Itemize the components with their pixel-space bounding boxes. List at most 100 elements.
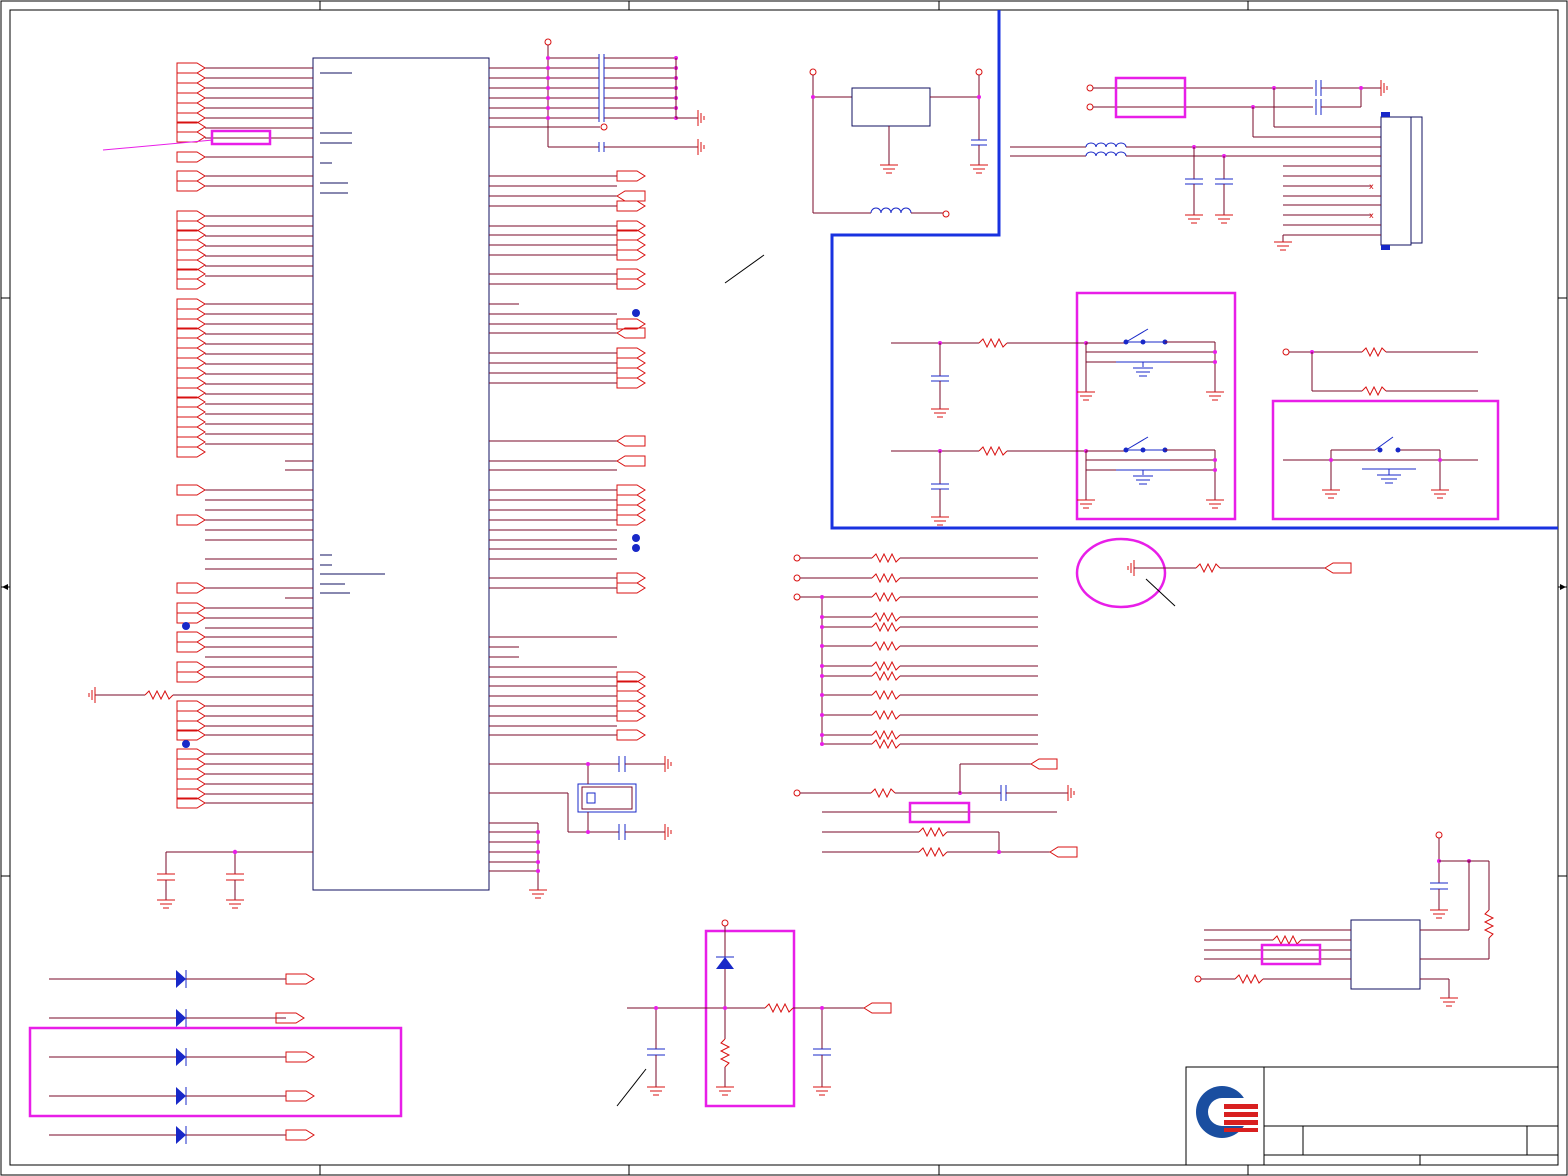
switch-lever (1125, 328, 1149, 343)
right-port-flag (616, 249, 646, 261)
right-port-flag (616, 367, 646, 379)
junction-dot (820, 733, 824, 737)
right-port-flag (616, 200, 646, 212)
ic-ground-pins (489, 822, 547, 899)
left-port-flag (176, 92, 206, 104)
junction-dot (546, 66, 550, 70)
diode-output-flag (285, 1051, 315, 1063)
schematic-canvas: x x (0, 0, 1568, 1176)
left-port-flag (176, 82, 206, 94)
right-port-flags (616, 170, 646, 741)
right-port-flag (616, 377, 646, 389)
blue-test-points (182, 309, 640, 748)
junction-dot (820, 713, 824, 717)
connector-block: x x (1010, 76, 1423, 251)
left-port-flag (176, 602, 206, 614)
diode-symbol (176, 1126, 186, 1144)
left-port-flag (176, 62, 206, 74)
junction-dot (1213, 350, 1217, 354)
diode-output-flag (285, 1090, 315, 1102)
company-logo-icon (1196, 1086, 1260, 1138)
junction-dot (546, 86, 550, 90)
switch-lever (1125, 436, 1149, 451)
diode-bank (28, 970, 403, 1144)
title-block (1185, 1066, 1559, 1166)
power-node (793, 574, 801, 582)
switch-group-b (1271, 346, 1500, 521)
left-port-flag (176, 102, 206, 114)
right-edge-arrow (1560, 584, 1566, 590)
left-port-flag (176, 612, 206, 624)
resistor-bank (793, 552, 1038, 750)
svg-text:x: x (1369, 182, 1374, 191)
left-port-flag (176, 239, 206, 251)
right-port-flag (616, 455, 646, 467)
right-port-flag (616, 239, 646, 251)
left-port-flag (176, 426, 206, 438)
right-port-flag (616, 494, 646, 506)
junction-dot (820, 625, 824, 629)
left-port-flag (176, 436, 206, 448)
left-port-flag (176, 416, 206, 428)
left-port-flag (176, 758, 206, 770)
right-port-flag (616, 170, 646, 182)
bank-resistor (871, 738, 901, 750)
left-port-flag (176, 151, 206, 163)
left-port-flag (176, 484, 206, 496)
left-port-flag (176, 308, 206, 320)
left-port-flag (176, 671, 206, 683)
right-port-flag (616, 582, 646, 594)
bank-resistor (871, 640, 901, 652)
right-port-flag (616, 514, 646, 526)
ic-right-pins (489, 175, 617, 736)
ic-decoupling-caps (157, 849, 313, 909)
bank-resistor (871, 729, 901, 741)
right-port-flag (616, 484, 646, 496)
left-port-flag (176, 131, 206, 143)
right-port-flag (616, 729, 646, 741)
rc-network (793, 758, 1078, 858)
left-port-flag (176, 514, 206, 526)
top-decoupling-caps (489, 38, 705, 155)
junction-dot (546, 56, 550, 60)
diode-symbol (176, 970, 186, 988)
ic-left-pulldown (88, 687, 313, 703)
left-port-flag (176, 700, 206, 712)
left-port-flag (176, 298, 206, 310)
junction-dot (820, 693, 824, 697)
left-port-flag (176, 72, 206, 84)
right-port-flag (616, 504, 646, 516)
right-port-flag (616, 190, 646, 202)
left-port-flag (176, 180, 206, 192)
junction-dot (820, 595, 824, 599)
left-port-flag (176, 337, 206, 349)
junction-dot (1213, 360, 1217, 364)
right-port-flag (616, 572, 646, 584)
left-port-flag (176, 631, 206, 643)
junction-dot (546, 106, 550, 110)
bank-resistor (871, 670, 901, 682)
switch-series-resistor (978, 337, 1008, 349)
bank-resistor (871, 572, 901, 584)
main-ic-body (312, 57, 490, 891)
diode-symbol (176, 1048, 186, 1066)
small-ic (1194, 831, 1495, 1007)
left-port-flag (176, 768, 206, 780)
bank-resistor (871, 591, 901, 603)
junction-dot (546, 116, 550, 120)
bank-resistor (871, 709, 901, 721)
ic-left-pins (205, 67, 313, 804)
junction-dot (1213, 468, 1217, 472)
circled-ground (1075, 537, 1352, 609)
junction-dot (820, 742, 824, 746)
right-port-flag (616, 347, 646, 359)
diode-output-flag (285, 973, 315, 985)
junction-dot (820, 644, 824, 648)
left-port-flag (176, 347, 206, 359)
right-port-flag (616, 268, 646, 280)
bank-resistor (871, 552, 901, 564)
left-port-flag (176, 661, 206, 673)
right-port-flag (616, 435, 646, 447)
svg-text:x: x (1369, 211, 1374, 220)
diode-output-flag (285, 1129, 315, 1141)
